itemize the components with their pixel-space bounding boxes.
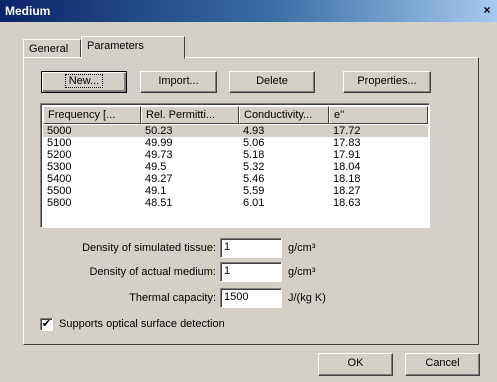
table-cell-permittivity: 50.23 [145, 125, 173, 137]
density-simulated-unit: g/cm³ [288, 242, 316, 254]
table-cell-e-double-prime: 17.72 [333, 125, 361, 137]
table-cell-conductivity: 5.46 [243, 173, 265, 185]
table-cell-conductivity: 5.59 [243, 185, 265, 197]
table-cell-permittivity: 49.1 [145, 185, 167, 197]
table-cell-e-double-prime: 18.63 [333, 197, 361, 209]
density-simulated-input[interactable]: 1 [220, 238, 282, 258]
properties-button[interactable]: Properties... [343, 71, 431, 93]
frequency-table[interactable]: Frequency [... Rel. Permitti... Conducti… [40, 103, 430, 228]
optical-detection-label[interactable]: Supports optical surface detection [59, 318, 225, 330]
table-body: 5000 50.23 4.93 17.72 5100 49.99 5.06 17.83 5200… [43, 125, 428, 209]
ok-button[interactable]: OK [318, 353, 393, 376]
delete-button[interactable]: Delete [229, 71, 315, 93]
table-cell-conductivity: 5.32 [243, 161, 265, 173]
table-cell-conductivity: 5.06 [243, 137, 265, 149]
table-cell-permittivity: 49.73 [145, 149, 173, 161]
new-button[interactable]: New... [41, 71, 127, 93]
column-header-permittivity[interactable]: Rel. Permitti... [141, 106, 239, 124]
thermal-capacity-input[interactable]: 1500 [220, 288, 282, 308]
cancel-button[interactable]: Cancel [405, 353, 480, 376]
optical-detection-checkbox[interactable]: ✔ [40, 318, 53, 331]
table-cell-conductivity: 4.93 [243, 125, 265, 137]
tab-parameters[interactable]: Parameters [81, 36, 185, 59]
table-cell-frequency: 5300 [47, 161, 72, 173]
window-title: Medium [5, 4, 51, 18]
table-header: Frequency [... Rel. Permitti... Conducti… [43, 106, 428, 124]
column-header-frequency[interactable]: Frequency [... [43, 106, 141, 124]
import-button[interactable]: Import... [140, 71, 217, 93]
table-cell-conductivity: 5.18 [243, 149, 265, 161]
title-bar[interactable]: Medium × [0, 0, 497, 22]
density-actual-input[interactable]: 1 [220, 262, 282, 282]
table-cell-conductivity: 6.01 [243, 197, 265, 209]
tab-general[interactable]: General [23, 39, 81, 58]
table-cell-e-double-prime: 18.04 [333, 161, 361, 173]
table-row[interactable]: 5500 49.1 5.59 18.27 [43, 185, 428, 197]
table-row[interactable]: 5200 49.73 5.18 17.91 [43, 149, 428, 161]
table-cell-frequency: 5500 [47, 185, 72, 197]
table-cell-e-double-prime: 18.18 [333, 173, 361, 185]
density-actual-unit: g/cm³ [288, 266, 316, 278]
column-header-e-double-prime[interactable]: e'' [329, 106, 428, 124]
close-icon[interactable]: × [479, 3, 495, 19]
medium-dialog: Medium × General Parameters New... Impor… [0, 0, 497, 382]
table-cell-permittivity: 49.27 [145, 173, 173, 185]
table-cell-permittivity: 49.99 [145, 137, 173, 149]
column-header-conductivity[interactable]: Conductivity... [239, 106, 329, 124]
table-row[interactable]: 5300 49.5 5.32 18.04 [43, 161, 428, 173]
table-row[interactable]: 5400 49.27 5.46 18.18 [43, 173, 428, 185]
table-cell-e-double-prime: 17.91 [333, 149, 361, 161]
density-actual-label: Density of actual medium: [89, 266, 216, 278]
table-cell-frequency: 5400 [47, 173, 72, 185]
thermal-capacity-label: Thermal capacity: [129, 292, 216, 304]
table-cell-e-double-prime: 18.27 [333, 185, 361, 197]
table-cell-permittivity: 49.5 [145, 161, 167, 173]
table-row[interactable]: 5000 50.23 4.93 17.72 [43, 125, 428, 137]
table-row[interactable]: 5800 48.51 6.01 18.63 [43, 197, 428, 209]
table-cell-frequency: 5200 [47, 149, 72, 161]
thermal-capacity-unit: J/(kg K) [288, 292, 326, 304]
table-cell-frequency: 5100 [47, 137, 72, 149]
table-cell-permittivity: 48.51 [145, 197, 173, 209]
density-simulated-label: Density of simulated tissue: [82, 242, 216, 254]
table-row[interactable]: 5100 49.99 5.06 17.83 [43, 137, 428, 149]
table-cell-frequency: 5000 [47, 125, 72, 137]
table-cell-frequency: 5800 [47, 197, 72, 209]
table-cell-e-double-prime: 17.83 [333, 137, 361, 149]
